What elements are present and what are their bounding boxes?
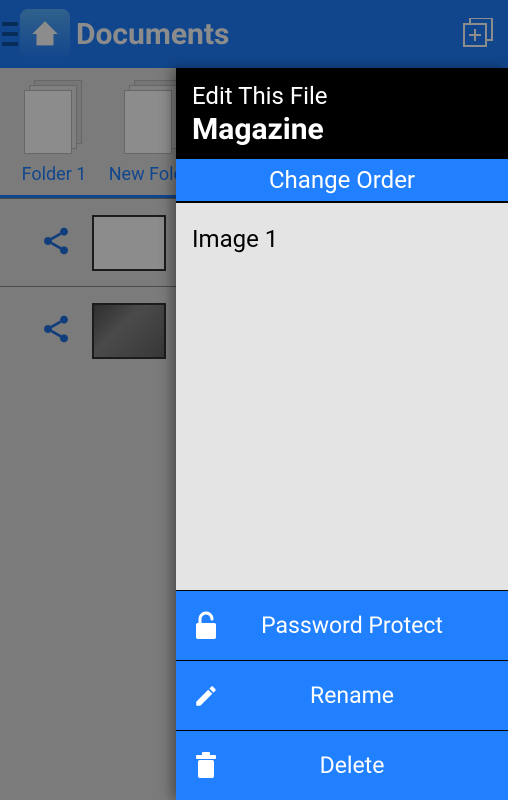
rename-button[interactable]: Rename <box>176 660 508 730</box>
action-label: Delete <box>236 752 508 779</box>
panel-subtitle: Edit This File <box>192 82 492 110</box>
pencil-icon <box>176 683 236 709</box>
panel-header: Edit This File Magazine <box>176 68 508 159</box>
edit-file-panel: Edit This File Magazine Change Order Ima… <box>176 68 508 800</box>
password-protect-button[interactable]: Password Protect <box>176 590 508 660</box>
action-label: Rename <box>236 682 508 709</box>
panel-title: Magazine <box>192 112 492 147</box>
trash-icon <box>176 752 236 780</box>
panel-image-list: Image 1 <box>176 203 508 590</box>
action-label: Password Protect <box>236 612 508 639</box>
change-order-button[interactable]: Change Order <box>176 159 508 203</box>
delete-button[interactable]: Delete <box>176 730 508 800</box>
unlock-icon <box>176 611 236 641</box>
list-item[interactable]: Image 1 <box>192 225 492 253</box>
